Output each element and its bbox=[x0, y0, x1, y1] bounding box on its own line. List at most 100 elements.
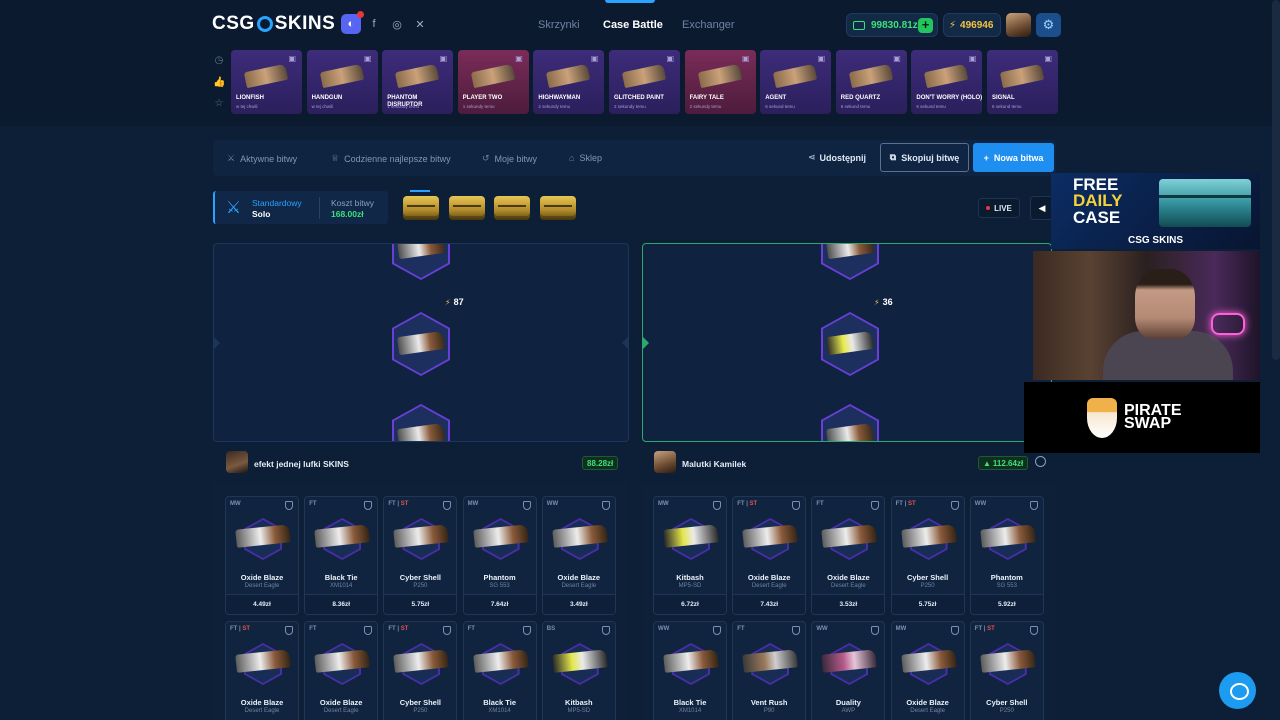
case-thumbnail[interactable] bbox=[540, 196, 576, 220]
clock-icon[interactable]: ◷ bbox=[213, 55, 225, 67]
item-card[interactable]: MW Oxide Blaze Desert Eagle bbox=[890, 621, 965, 720]
shield-icon[interactable] bbox=[364, 626, 373, 635]
share-button[interactable]: ⋖ Udostępnij bbox=[808, 152, 866, 163]
drop-name: HIGHWAYMAN bbox=[538, 95, 581, 101]
tab-shop[interactable]: ⌂ Sklep bbox=[569, 153, 602, 163]
item-card[interactable]: FT Oxide Blaze Desert Eagle bbox=[304, 621, 379, 720]
nav-case-battle[interactable]: Case Battle bbox=[603, 19, 663, 31]
item-name: Oxide Blaze bbox=[906, 698, 949, 707]
item-card[interactable]: WW Duality AWP bbox=[811, 621, 886, 720]
condition-code: FT bbox=[737, 626, 745, 632]
drop-name: RED QUARTZ bbox=[840, 95, 881, 101]
weapon-image bbox=[900, 524, 957, 548]
balance-display[interactable]: 99830.81zł + bbox=[846, 13, 938, 37]
item-card[interactable]: FT | ST Cyber Shell P250 5.75zł bbox=[890, 496, 965, 615]
condition-code: BS bbox=[546, 626, 556, 632]
item-card[interactable]: FT | ST Cyber Shell P250 bbox=[383, 621, 458, 720]
facebook-icon[interactable]: f bbox=[364, 14, 384, 34]
shield-icon[interactable] bbox=[601, 501, 610, 510]
shield-icon[interactable] bbox=[443, 626, 452, 635]
tab-active-battles[interactable]: ⚔ Aktywne bitwy bbox=[227, 153, 297, 164]
shield-icon[interactable] bbox=[950, 626, 959, 635]
recent-drop-item[interactable]: ▣ HIGHWAYMAN 2 sekundy temu bbox=[533, 50, 605, 114]
case-thumbnail[interactable] bbox=[494, 196, 530, 220]
item-card[interactable]: WW Phantom SG 553 5.92zł bbox=[969, 496, 1044, 615]
item-name: Oxide Blaze bbox=[557, 573, 601, 582]
ad-brand: CSG SKINS bbox=[1127, 235, 1183, 246]
shield-icon[interactable] bbox=[1029, 501, 1038, 510]
thumbs-up-icon[interactable]: 👍 bbox=[213, 77, 225, 89]
item-card[interactable]: FT | ST Cyber Shell P250 5.75zł bbox=[383, 496, 458, 615]
shield-icon[interactable] bbox=[792, 501, 801, 510]
instagram-icon[interactable]: ◎ bbox=[387, 14, 407, 34]
shield-icon[interactable] bbox=[1029, 626, 1038, 635]
item-card[interactable]: FT Black Tie XM1014 bbox=[462, 621, 537, 720]
case-thumbnail[interactable] bbox=[449, 196, 485, 220]
tab-my-battles[interactable]: ↺ Moje bitwy bbox=[482, 153, 537, 164]
shield-icon[interactable] bbox=[443, 501, 452, 510]
site-logo[interactable]: CSG SKINS bbox=[212, 13, 335, 35]
item-card[interactable]: FT Oxide Blaze Desert Eagle 3.53zł bbox=[811, 496, 886, 615]
deposit-plus-button[interactable]: + bbox=[918, 18, 933, 33]
weapon-image bbox=[470, 63, 516, 89]
page-scrollbar[interactable] bbox=[1272, 0, 1280, 360]
shield-icon[interactable] bbox=[285, 626, 293, 635]
emoji-icon[interactable] bbox=[1035, 456, 1046, 467]
shield-icon[interactable] bbox=[522, 626, 531, 635]
item-card[interactable]: WW Oxide Blaze Desert Eagle 3.49zł bbox=[541, 496, 616, 615]
shield-icon[interactable] bbox=[713, 501, 721, 510]
shield-icon[interactable] bbox=[950, 501, 959, 510]
player1-name[interactable]: efekt jednej lufki SKINS bbox=[254, 459, 349, 469]
recent-drop-item[interactable]: ▣ HANDGUN w tej chwili bbox=[306, 50, 378, 114]
shield-icon[interactable] bbox=[713, 626, 721, 635]
nav-skrzynki[interactable]: Skrzynki bbox=[538, 19, 580, 31]
recent-drop-item[interactable]: ▣ SIGNAL 6 sekund temu bbox=[987, 50, 1058, 114]
shield-icon[interactable] bbox=[792, 626, 801, 635]
shield-icon[interactable] bbox=[871, 501, 880, 510]
discord-icon[interactable]: ◐ bbox=[341, 11, 364, 34]
pirateswap-banner[interactable]: PIRATE SWAP bbox=[1024, 382, 1260, 453]
x-icon[interactable]: ✕ bbox=[410, 14, 430, 34]
player1-avatar[interactable] bbox=[226, 451, 248, 473]
case-thumbnail[interactable] bbox=[403, 196, 439, 220]
shield-icon[interactable] bbox=[285, 501, 293, 510]
coins-display[interactable]: ⚡ 496946 bbox=[943, 13, 1001, 37]
recent-drop-item[interactable]: ▣ GLITCHED PAINT 2 sekundy temu bbox=[609, 50, 680, 114]
user-avatar[interactable] bbox=[1006, 13, 1031, 37]
item-card[interactable]: FT | ST Oxide Blaze Desert Eagle 7.43zł bbox=[732, 496, 807, 615]
new-battle-button[interactable]: + Nowa bitwa bbox=[973, 143, 1054, 172]
shield-icon[interactable] bbox=[871, 626, 880, 635]
item-card[interactable]: WW Black Tie XM1014 bbox=[653, 621, 727, 720]
player2-avatar[interactable] bbox=[654, 451, 676, 473]
recent-drop-item[interactable]: ▣ PLAYER TWO 1 sekundy temu bbox=[457, 50, 529, 114]
recent-drop-item[interactable]: ▣ PHANTOM DISRUPTOR 1 sekundy temu bbox=[382, 50, 454, 114]
item-card[interactable]: FT Black Tie XM1014 8.36zł bbox=[304, 496, 379, 615]
player2-name[interactable]: Malutki Kamilek bbox=[682, 459, 746, 469]
settings-gear-icon[interactable]: ⚙ bbox=[1036, 13, 1061, 37]
item-card[interactable]: FT | ST Cyber Shell P250 bbox=[969, 621, 1044, 720]
recent-drop-item[interactable]: ▣ FAIRY TALE 2 sekundy temu bbox=[684, 50, 756, 114]
item-card[interactable]: BS Kitbash MP5-SD bbox=[541, 621, 616, 720]
copy-battle-button[interactable]: ⧉ Skopiuj bitwę bbox=[880, 143, 969, 172]
recent-drop-item[interactable]: ▣ DON'T WORRY (HOLO) 6 sekund temu bbox=[911, 50, 983, 114]
star-icon[interactable]: ☆ bbox=[213, 98, 225, 110]
nav-exchanger[interactable]: Exchanger bbox=[682, 19, 735, 31]
item-card[interactable]: MW Oxide Blaze Desert Eagle 4.49zł bbox=[225, 496, 299, 615]
item-card[interactable]: FT Vent Rush P90 bbox=[732, 621, 807, 720]
chat-bubble-icon[interactable] bbox=[1219, 672, 1256, 709]
item-condition: WW bbox=[658, 626, 669, 632]
live-badge[interactable]: LIVE bbox=[978, 198, 1020, 218]
free-daily-case-banner[interactable]: FREE DAILY CASE CSG SKINS bbox=[1051, 173, 1260, 249]
recent-drop-item[interactable]: ▣ AGENT 6 sekund temu bbox=[760, 50, 832, 114]
tab-daily-best[interactable]: ♕ Codzienne najlepsze bitwy bbox=[331, 153, 451, 164]
recent-drop-item[interactable]: ▣ LIONFISH w tej chwili bbox=[231, 50, 302, 114]
condition-code: WW bbox=[974, 501, 987, 507]
weapon-image bbox=[924, 63, 969, 89]
shield-icon[interactable] bbox=[364, 501, 373, 510]
shield-icon[interactable] bbox=[601, 626, 610, 635]
shield-icon[interactable] bbox=[522, 501, 531, 510]
item-card[interactable]: FT | ST Oxide Blaze Desert Eagle bbox=[225, 621, 299, 720]
item-card[interactable]: MW Phantom SG 553 7.64zł bbox=[462, 496, 537, 615]
recent-drop-item[interactable]: ▣ RED QUARTZ 6 sekund temu bbox=[835, 50, 907, 114]
item-card[interactable]: MW Kitbash MP5-SD 6.72zł bbox=[653, 496, 727, 615]
